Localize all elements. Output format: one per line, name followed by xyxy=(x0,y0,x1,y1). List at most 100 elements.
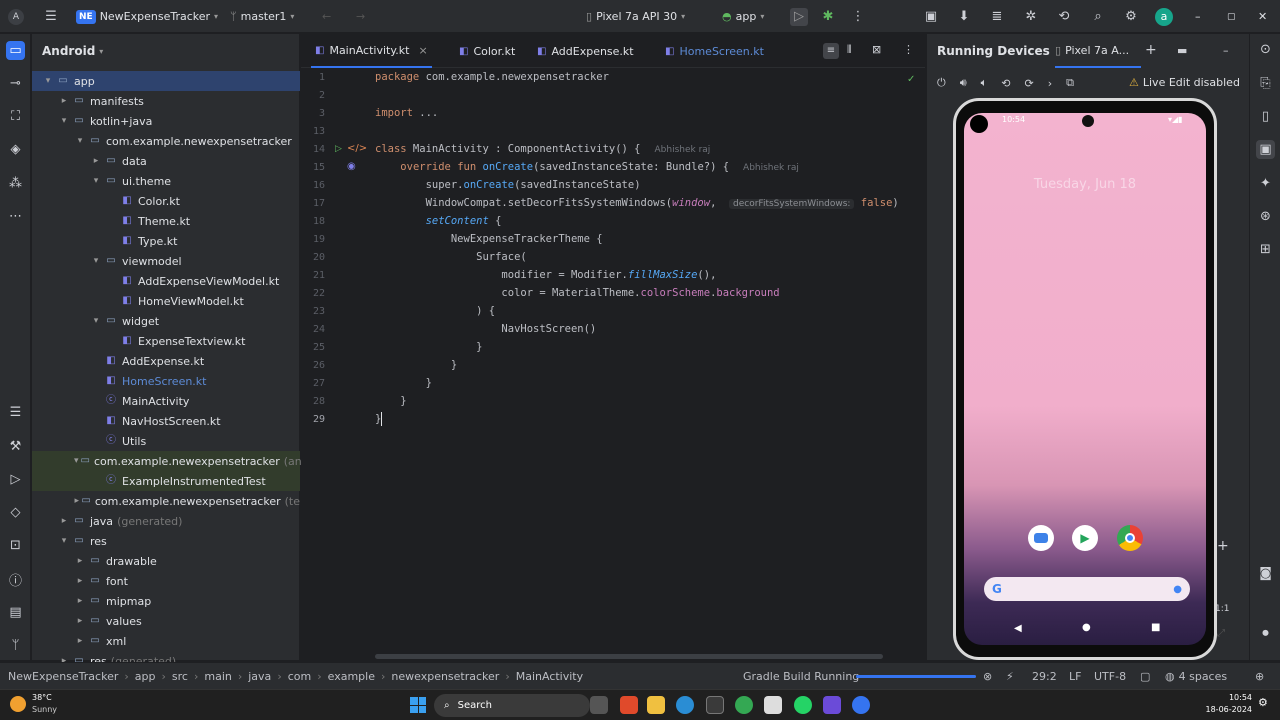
tree-item[interactable]: ▸ ▭ data xyxy=(32,151,300,171)
horizontal-scrollbar[interactable] xyxy=(375,654,883,659)
editor-tab[interactable]: ◧ Color.kt xyxy=(455,34,519,68)
code-line[interactable]: Surface( xyxy=(375,251,527,263)
code-line[interactable]: modifier = Modifier.fillMaxSize(), xyxy=(375,269,716,281)
device-explorer-button[interactable]: ⊞ xyxy=(1256,240,1275,259)
line-separator[interactable]: LF xyxy=(1069,663,1081,690)
structure-tool-button[interactable]: ⛶ xyxy=(6,107,25,126)
code-line[interactable]: import ... xyxy=(375,107,438,119)
structure-button[interactable]: ≣ xyxy=(988,0,1006,33)
tree-item[interactable]: ⓒ Utils xyxy=(32,431,300,451)
code-line[interactable]: } xyxy=(375,395,406,407)
code-line[interactable]: ) { xyxy=(375,305,495,317)
main-menu-button[interactable]: ☰ xyxy=(42,0,60,33)
override-gutter-icon[interactable]: ◉ xyxy=(347,161,356,172)
messages-app-icon[interactable] xyxy=(1028,525,1054,551)
tree-item[interactable]: ▸ ▭ xml xyxy=(32,631,300,651)
add-device-button[interactable]: + xyxy=(1145,42,1157,58)
phone-screen[interactable]: 10:54 ▾◢▮ Tuesday, Jun 18 ▶ G ● ◀ ● ■ xyxy=(964,113,1206,645)
indent-setting[interactable]: ◍ 4 spaces xyxy=(1165,663,1227,690)
chevron-right-icon[interactable]: › xyxy=(1048,77,1052,90)
chevron-right-icon[interactable]: ▸ xyxy=(74,576,86,586)
project-tool-button[interactable]: ▭ xyxy=(6,41,25,60)
chevron-down-icon[interactable]: ▾ xyxy=(42,76,54,86)
code-line[interactable]: } xyxy=(375,341,482,353)
breadcrumb-item[interactable]: com xyxy=(288,670,312,683)
tree-item[interactable]: ▸ ▭ drawable xyxy=(32,551,300,571)
chevron-right-icon[interactable]: ▸ xyxy=(74,636,86,646)
tree-item[interactable]: ◧ AddExpenseViewModel.kt xyxy=(32,271,300,291)
problems-tool-button[interactable]: ⓘ xyxy=(6,570,25,589)
breadcrumb-item[interactable]: java xyxy=(248,670,271,683)
tree-item[interactable]: ▾ ▭ res xyxy=(32,531,300,551)
tree-item[interactable]: ◧ NavHostScreen.kt xyxy=(32,411,300,431)
tree-item[interactable]: ◧ HomeScreen.kt xyxy=(32,371,300,391)
tree-item[interactable]: ◧ Theme.kt xyxy=(32,211,300,231)
chevron-down-icon[interactable]: ▾ xyxy=(90,256,102,266)
tree-item[interactable]: ▸ ▭ mipmap xyxy=(32,591,300,611)
branch-switcher[interactable]: ᛘ master1 ▾ xyxy=(230,0,294,33)
chevron-right-icon[interactable]: ▸ xyxy=(58,96,70,106)
google-search-bar[interactable]: G ● xyxy=(984,577,1190,601)
settings-button[interactable]: ⚙ xyxy=(1122,0,1140,33)
split-view-button[interactable]: ⫴ xyxy=(847,43,852,57)
tree-item[interactable]: ⓒ ExampleInstrumentedTest xyxy=(32,471,300,491)
tree-item[interactable]: ▾ ▭ com.example.newexpensetracker (an xyxy=(32,451,302,471)
forward-button[interactable]: → xyxy=(356,0,365,33)
tree-item[interactable]: ▸ ▭ com.example.newexpensetracker (te xyxy=(32,491,300,511)
profile-button[interactable]: ⟲ xyxy=(1055,0,1073,33)
back-button[interactable]: ← xyxy=(322,0,331,33)
settings-app-icon[interactable] xyxy=(706,696,724,714)
breadcrumb-item[interactable]: NewExpenseTracker xyxy=(8,670,118,683)
zoom-in-button[interactable]: + xyxy=(1217,538,1229,554)
code-view-button[interactable]: ≡ xyxy=(823,43,839,59)
power-save-button[interactable]: ⚡︎ xyxy=(1006,663,1014,690)
volume-up-icon[interactable]: 🔊︎ xyxy=(960,76,967,90)
tree-item[interactable]: ▾ ▭ viewmodel xyxy=(32,251,300,271)
tree-item[interactable]: ▸ ▭ java (generated) xyxy=(32,511,300,531)
tree-item[interactable]: ◧ ExpenseTextview.kt xyxy=(32,331,300,351)
device-manager-side-button[interactable]: ▯ xyxy=(1256,107,1275,126)
chevron-down-icon[interactable]: ▾ xyxy=(74,136,86,146)
chevron-right-icon[interactable]: ▸ xyxy=(74,616,86,626)
more-tools-button[interactable]: ⋯ xyxy=(6,207,25,226)
code-line[interactable]: override fun onCreate(savedInstanceState… xyxy=(375,161,799,173)
tree-item[interactable]: ▾ ▭ widget xyxy=(32,311,300,331)
tabs-more-button[interactable]: ⋮ xyxy=(903,43,914,56)
chevron-down-icon[interactable]: ▾ xyxy=(74,456,79,466)
notifications-button[interactable]: ⊙ xyxy=(1256,40,1275,59)
run-config-selector[interactable]: ◓ app ▾ xyxy=(722,0,764,33)
device-tab[interactable]: ▯ Pixel 7a A... xyxy=(1055,44,1129,57)
logcat-tool-button[interactable]: ⊡ xyxy=(6,536,25,555)
nav-back-button[interactable]: ◀ xyxy=(1014,623,1022,634)
account-button[interactable]: a xyxy=(1155,0,1173,33)
minimize-button[interactable]: – xyxy=(1195,0,1201,33)
gemini-button[interactable]: ✦ xyxy=(1256,174,1275,193)
sdk-manager-button[interactable]: ⬇ xyxy=(955,0,973,33)
code-line[interactable]: } xyxy=(375,359,457,371)
tree-item[interactable]: ▸ ▭ manifests xyxy=(32,91,300,111)
gradle-button[interactable]: ⎘ xyxy=(1256,74,1275,93)
breadcrumb-item[interactable]: main xyxy=(204,670,231,683)
caret-position[interactable]: 29:2 xyxy=(1032,663,1057,690)
nav-recents-button[interactable]: ■ xyxy=(1151,622,1160,633)
whatsapp-app-icon[interactable] xyxy=(794,696,812,714)
volume-down-icon[interactable]: 🔈︎ xyxy=(981,76,988,90)
rotate-left-icon[interactable]: ⟲ xyxy=(1001,77,1010,90)
chevron-right-icon[interactable]: ▸ xyxy=(74,596,86,606)
device-selector[interactable]: ▯ Pixel 7a API 30 ▾ xyxy=(586,0,685,33)
mic-side-button[interactable]: ⏺ xyxy=(1256,624,1275,643)
editorconfig-button[interactable]: ▢ xyxy=(1140,663,1150,690)
breadcrumb-item[interactable]: src xyxy=(172,670,188,683)
brave-app-icon[interactable] xyxy=(620,696,638,714)
file-explorer-app-icon[interactable] xyxy=(647,696,665,714)
tree-item[interactable]: ◧ Color.kt xyxy=(32,191,300,211)
fit-screen-button[interactable]: ⤢ xyxy=(1217,628,1225,639)
code-line[interactable]: NavHostScreen() xyxy=(375,323,596,335)
device-manager-button[interactable]: ▣ xyxy=(922,0,940,33)
chevron-right-icon[interactable]: ▸ xyxy=(74,556,86,566)
chevron-down-icon[interactable]: ▾ xyxy=(90,176,102,186)
debug-button[interactable]: ✱ xyxy=(819,0,837,33)
breadcrumb-item[interactable]: MainActivity xyxy=(516,670,583,683)
chevron-down-icon[interactable]: ▾ xyxy=(58,116,70,126)
resource-manager-button[interactable]: ◈ xyxy=(6,140,25,159)
